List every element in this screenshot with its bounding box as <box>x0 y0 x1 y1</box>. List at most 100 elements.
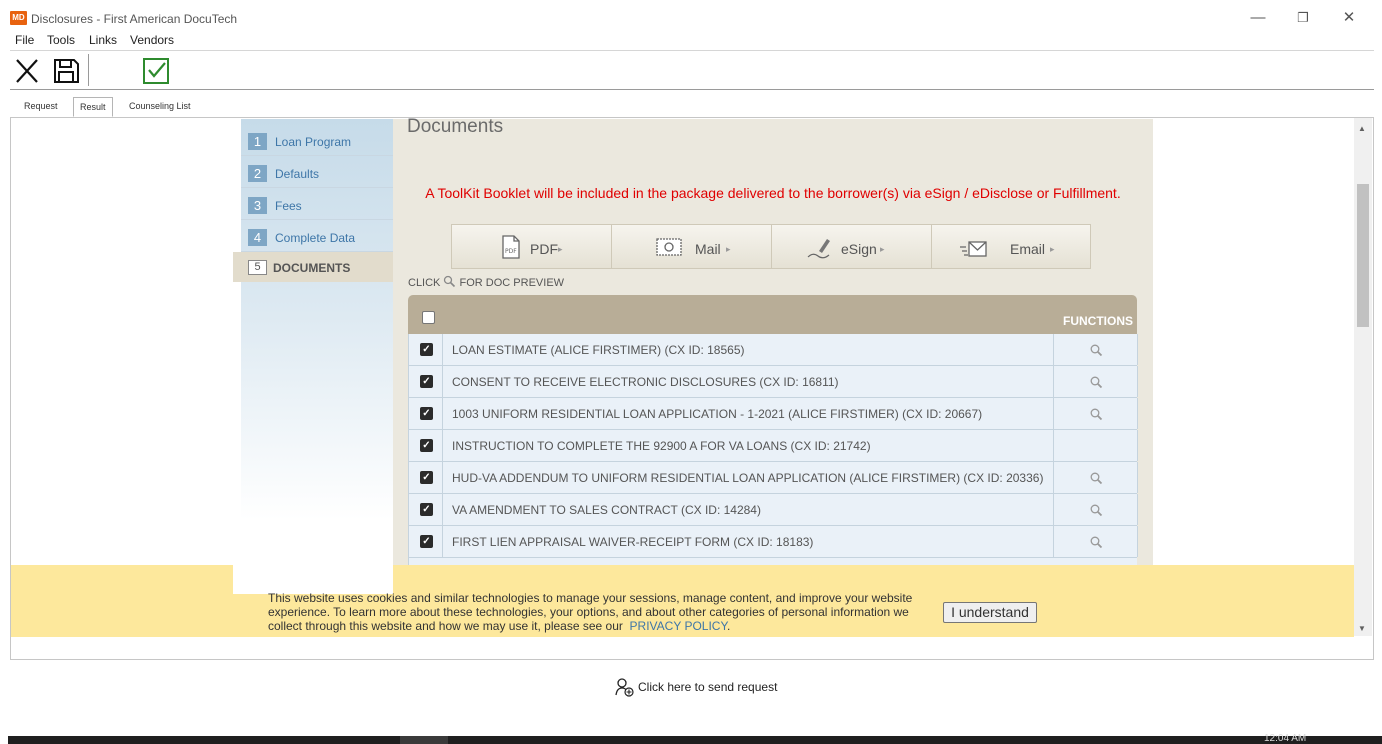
add-user-icon <box>615 677 635 697</box>
magnifier-icon[interactable] <box>1089 343 1103 357</box>
nav-step-label: Loan Program <box>275 135 352 149</box>
chevron-right-icon: ▸ <box>558 244 563 254</box>
row-checkbox[interactable]: ✓ <box>420 503 433 516</box>
privacy-policy-link[interactable]: PRIVACY POLICY <box>630 619 727 633</box>
cookie-line: collect through this website and how we … <box>268 619 928 633</box>
mail-icon <box>655 233 683 261</box>
mail-button[interactable]: Mail ▸ <box>612 225 772 268</box>
tab-request[interactable]: Request <box>18 97 64 117</box>
document-name: VA AMENDMENT TO SALES CONTRACT (CX ID: 1… <box>452 503 761 517</box>
pdf-label: PDF <box>530 241 558 257</box>
row-checkbox[interactable]: ✓ <box>420 471 433 484</box>
chevron-right-icon: ▸ <box>880 244 885 254</box>
taskbar-clock: 12:04 AM <box>1264 733 1307 744</box>
page-title: Documents <box>407 116 504 137</box>
table-row: ✓ LOAN ESTIMATE (ALICE FIRSTIMER) (CX ID… <box>408 334 1138 366</box>
chevron-right-icon: ▸ <box>726 244 731 254</box>
document-name: 1003 UNIFORM RESIDENTIAL LOAN APPLICATIO… <box>452 407 983 421</box>
document-name: HUD-VA ADDENDUM TO UNIFORM RESIDENTIAL L… <box>452 471 1044 485</box>
accept-cookies-button[interactable]: I understand <box>943 602 1037 623</box>
preview-hint: CLICK FOR DOC PREVIEW <box>408 275 564 291</box>
tab-counseling-list[interactable]: Counseling List <box>123 97 197 117</box>
functions-header: FUNCTIONS <box>1063 314 1133 328</box>
esign-button[interactable]: eSign ▸ <box>772 225 932 268</box>
row-checkbox[interactable]: ✓ <box>420 343 433 356</box>
magnifier-icon[interactable] <box>1089 407 1103 421</box>
row-checkbox[interactable]: ✓ <box>420 439 433 452</box>
nav-step-label: DOCUMENTS <box>273 261 351 275</box>
menu-links[interactable]: Links <box>89 33 117 47</box>
nav-complete-data[interactable]: 4 Complete Data <box>241 220 393 252</box>
nav-step-number: 1 <box>248 133 267 150</box>
toolkit-message: A ToolKit Booklet will be included in th… <box>425 185 1121 201</box>
tab-result[interactable]: Result <box>73 97 113 117</box>
chevron-right-icon: ▸ <box>1050 244 1055 254</box>
cookie-text: This website uses cookies and similar te… <box>268 591 928 633</box>
document-name: LOAN ESTIMATE (ALICE FIRSTIMER) (CX ID: … <box>452 343 745 357</box>
nav-fees[interactable]: 3 Fees <box>241 188 393 220</box>
menu-tools[interactable]: Tools <box>47 33 75 47</box>
menu-vendors[interactable]: Vendors <box>130 33 174 47</box>
taskbar-active-app[interactable] <box>400 736 448 744</box>
title-bar: MD Disclosures - First American DocuTech… <box>0 0 1382 34</box>
preview-hint-prefix: CLICK <box>408 277 441 289</box>
scroll-up-icon[interactable]: ▲ <box>1358 124 1366 133</box>
restore-button[interactable]: ❐ <box>1288 8 1318 28</box>
scroll-thumb[interactable] <box>1357 184 1369 327</box>
scroll-down-icon[interactable]: ▼ <box>1358 624 1366 633</box>
table-row: ✓ HUD-VA ADDENDUM TO UNIFORM RESIDENTIAL… <box>408 462 1138 494</box>
pdf-button[interactable]: PDF PDF ▸ <box>452 225 612 268</box>
nav-documents[interactable]: 5 DOCUMENTS <box>233 252 393 282</box>
menu-file[interactable]: File <box>15 33 34 47</box>
save-icon[interactable] <box>51 56 81 86</box>
email-button[interactable]: Email ▸ <box>932 225 1092 268</box>
table-row: ✓ FIRST LIEN APPRAISAL WAIVER-RECEIPT FO… <box>408 526 1138 558</box>
row-checkbox[interactable]: ✓ <box>420 407 433 420</box>
mail-label: Mail <box>695 241 721 257</box>
esign-label: eSign <box>841 241 877 257</box>
magnifier-icon[interactable] <box>1089 471 1103 485</box>
select-all-checkbox[interactable] <box>422 311 435 324</box>
email-label: Email <box>1010 241 1046 257</box>
preview-hint-suffix: FOR DOC PREVIEW <box>459 277 565 289</box>
nav-step-label: Fees <box>275 199 302 213</box>
window-title: Disclosures - First American DocuTech <box>31 12 238 26</box>
table-row: ✓ 1003 UNIFORM RESIDENTIAL LOAN APPLICAT… <box>408 398 1138 430</box>
nav-step-number: 2 <box>248 165 267 182</box>
send-request-label: Click here to send request <box>638 680 778 694</box>
nav-defaults[interactable]: 2 Defaults <box>241 156 393 188</box>
nav-step-number: 3 <box>248 197 267 214</box>
menu-separator <box>10 50 1374 51</box>
close-window-button[interactable]: ✕ <box>1334 8 1364 28</box>
toolbar-separator <box>10 89 1374 90</box>
nav-step-label: Complete Data <box>275 231 356 245</box>
check-icon[interactable] <box>141 56 171 86</box>
svg-text:PDF: PDF <box>505 248 517 255</box>
cookie-line-text: collect through this website and how we … <box>268 619 623 633</box>
minimize-button[interactable]: — <box>1243 8 1273 28</box>
cookie-line-end: . <box>726 619 731 633</box>
taskbar: 12:04 AM <box>8 733 1382 744</box>
magnifier-icon[interactable] <box>1089 535 1103 549</box>
row-checkbox[interactable]: ✓ <box>420 375 433 388</box>
esign-icon <box>805 233 833 261</box>
cookie-line: This website uses cookies and similar te… <box>268 591 913 605</box>
magnifier-icon <box>443 275 459 291</box>
nav-overflow <box>233 565 393 594</box>
vertical-scrollbar[interactable]: ▲ ▼ <box>1354 118 1372 636</box>
table-row: ✓ CONSENT TO RECEIVE ELECTRONIC DISCLOSU… <box>408 366 1138 398</box>
table-row: ✓ INSTRUCTION TO COMPLETE THE 92900 A FO… <box>408 430 1138 462</box>
magnifier-icon[interactable] <box>1089 503 1103 517</box>
row-checkbox[interactable]: ✓ <box>420 535 433 548</box>
close-icon[interactable] <box>12 56 42 86</box>
magnifier-icon[interactable] <box>1089 375 1103 389</box>
app-logo: MD <box>10 11 27 25</box>
nav-loan-program[interactable]: 1 Loan Program <box>241 124 393 156</box>
nav-step-label: Defaults <box>275 167 320 181</box>
documents-table-header: FUNCTIONS <box>408 295 1137 334</box>
pdf-icon: PDF <box>496 233 524 261</box>
document-name: INSTRUCTION TO COMPLETE THE 92900 A FOR … <box>452 439 871 453</box>
delivery-options: PDF PDF ▸ Mail ▸ eSign ▸ Email ▸ <box>451 224 1091 269</box>
document-name: CONSENT TO RECEIVE ELECTRONIC DISCLOSURE… <box>452 375 839 389</box>
nav-step-number: 4 <box>248 229 267 246</box>
